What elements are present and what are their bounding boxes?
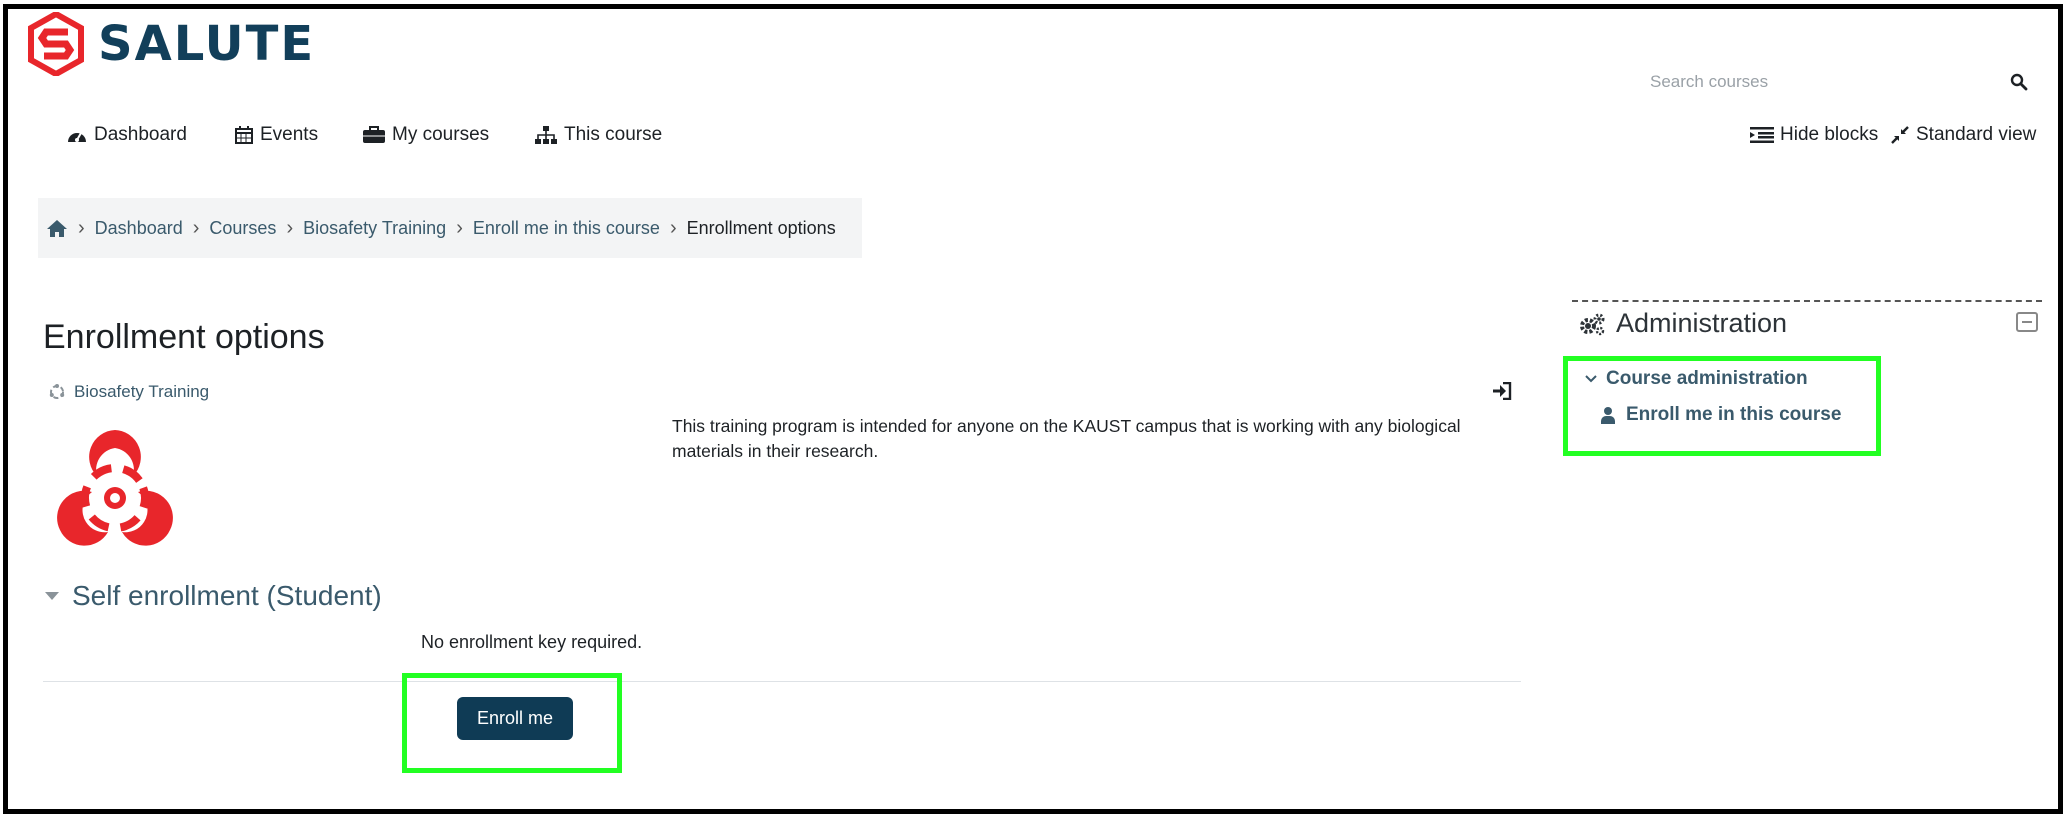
- dashboard-icon: [68, 132, 86, 142]
- nav-dashboard[interactable]: Dashboard: [66, 124, 187, 146]
- site-name: SALUTE: [98, 16, 316, 72]
- salute-logo-icon: [28, 12, 84, 76]
- course-search: [1648, 66, 2028, 98]
- no-key-text: No enrollment key required.: [421, 632, 643, 652]
- breadcrumb-current: Enrollment options: [686, 217, 836, 238]
- admin-block-header: Administration: [1578, 308, 1787, 339]
- standard-view-label: Standard view: [1916, 124, 2037, 145]
- self-enrollment-heading: Self enrollment (Student): [72, 580, 382, 611]
- breadcrumb-courses[interactable]: Courses: [209, 218, 276, 239]
- enroll-me-button[interactable]: Enroll me: [457, 697, 573, 740]
- breadcrumb-dashboard[interactable]: Dashboard: [95, 218, 183, 239]
- course-administration-label: Course administration: [1606, 368, 1808, 389]
- nav-events[interactable]: Events: [234, 124, 318, 146]
- nav-my-courses[interactable]: My courses: [362, 124, 489, 146]
- site-logo[interactable]: SALUTE: [28, 12, 315, 76]
- nav-events-label: Events: [260, 124, 319, 145]
- chevron-down-icon: [1585, 375, 1597, 383]
- breadcrumb-biosafety-training[interactable]: Biosafety Training: [303, 218, 446, 239]
- self-enrollment-header[interactable]: Self enrollment (Student): [44, 580, 382, 612]
- nav-this-course-label: This course: [564, 124, 663, 145]
- nav-my-courses-label: My courses: [392, 124, 490, 145]
- breadcrumb-separator: ›: [286, 216, 294, 239]
- standard-view-button[interactable]: Standard view: [1890, 124, 2036, 146]
- calendar-icon: [235, 126, 253, 144]
- user-icon: [1601, 407, 1615, 424]
- home-icon[interactable]: [46, 218, 68, 238]
- hide-blocks-label: Hide blocks: [1780, 124, 1879, 145]
- breadcrumb-separator: ›: [192, 216, 200, 239]
- section-divider: [43, 681, 1521, 682]
- briefcase-icon: [363, 126, 385, 143]
- course-name-link[interactable]: Biosafety Training: [48, 382, 209, 402]
- enrol-icon[interactable]: [1492, 382, 1512, 400]
- breadcrumb-separator: ›: [456, 216, 463, 239]
- nav-this-course[interactable]: This course: [534, 124, 662, 146]
- nav-dashboard-label: Dashboard: [94, 124, 187, 145]
- compress-icon: [1891, 126, 1909, 144]
- cogs-icon: [1580, 313, 1605, 335]
- collapse-block-button[interactable]: [2016, 312, 2038, 332]
- course-icon: [49, 384, 65, 399]
- sitemap-icon: [535, 126, 557, 144]
- hide-blocks-icon: [1750, 127, 1774, 143]
- page-title: Enrollment options: [43, 318, 325, 356]
- course-administration-node[interactable]: Course administration: [1584, 368, 1808, 390]
- course-description: This training program is intended for an…: [672, 416, 1461, 461]
- search-icon[interactable]: [2010, 73, 2028, 91]
- breadcrumb-separator: ›: [669, 216, 677, 239]
- caret-down-icon: [45, 592, 59, 600]
- biohazard-image: [57, 430, 173, 546]
- breadcrumb: › Dashboard › Courses › Biosafety Traini…: [38, 198, 862, 258]
- course-name: Biosafety Training: [74, 382, 210, 401]
- enroll-me-link-label: Enroll me in this course: [1626, 404, 1842, 425]
- hide-blocks-button[interactable]: Hide blocks: [1750, 124, 1878, 146]
- search-input[interactable]: [1648, 71, 1972, 93]
- breadcrumb-enroll-me[interactable]: Enroll me in this course: [473, 218, 660, 239]
- breadcrumb-separator: ›: [78, 216, 85, 239]
- enroll-me-link[interactable]: Enroll me in this course: [1600, 404, 1841, 426]
- admin-block-border: [1572, 300, 2042, 302]
- admin-block-title: Administration: [1616, 308, 1788, 338]
